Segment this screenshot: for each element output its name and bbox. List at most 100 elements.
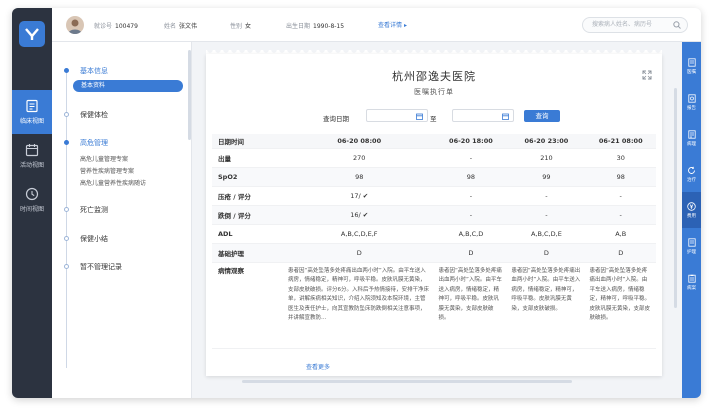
- observation-cell: 患者因“高处坠落多处疼痛出血两小时”入院。由平车送入病房，情绪稳定，精神可，呼吸…: [585, 262, 656, 349]
- column-header: 06-21 08:00: [585, 134, 656, 149]
- end-date-input[interactable]: [452, 109, 514, 122]
- rail-item-time[interactable]: 时间视图: [12, 178, 52, 222]
- rail-item-label: 时间视图: [19, 206, 44, 213]
- record-nav: 基本信息 基本资料 保健体检 高危管理 高危儿童管理专案 营养性疾病管理专案 高…: [52, 42, 192, 398]
- query-date-label: 查询日期: [323, 115, 349, 123]
- nav-section-health-exam[interactable]: 保健体检: [64, 110, 108, 120]
- doc-horizontal-scrollbar[interactable]: [242, 380, 572, 383]
- clock-icon: [25, 187, 39, 201]
- patient-birthdate: 出生日期 1990-8-15: [286, 23, 345, 30]
- caret-right-icon: ▸: [403, 22, 407, 29]
- row-label: 跌倒 / 评分: [212, 205, 284, 225]
- table-cell: 16/ ✔: [284, 205, 435, 225]
- dot-icon: [64, 140, 69, 145]
- table-cell: -: [585, 205, 656, 225]
- table-cell: 30: [585, 148, 656, 168]
- table-cell: A,B: [585, 224, 656, 244]
- row-label: 出量: [212, 148, 284, 168]
- search-input[interactable]: 搜索病人姓名、病历号: [582, 17, 688, 33]
- table-cell: A,B,C,D,E,F: [284, 224, 435, 244]
- date-range-separator: 至: [430, 115, 437, 123]
- table-cell: D: [585, 243, 656, 263]
- table-cell: A,B,C,D: [434, 224, 508, 244]
- clipboard-icon: [687, 274, 696, 283]
- column-header: 06-20 23:00: [507, 134, 586, 149]
- dot-icon: [64, 68, 69, 73]
- table-row: 压疮 / 评分 17/ ✔ - - -: [212, 186, 656, 206]
- nav-sub-high-risk-child[interactable]: 高危儿童管理专案: [80, 154, 128, 163]
- toolbar-reports[interactable]: 报告: [682, 84, 701, 120]
- nav-section-basic-info[interactable]: 基本信息: [64, 66, 108, 76]
- nav-scrollbar[interactable]: [188, 50, 191, 140]
- table-cell: D: [284, 243, 435, 263]
- document-icon: [687, 129, 696, 139]
- patient-gender: 性别女: [230, 23, 252, 30]
- calendar-icon: [502, 113, 509, 120]
- patient-name: 姓名 张文伟: [164, 23, 198, 30]
- observation-cell: 患者因“高处坠落多处疼痛出血两小时”入院。由平车送入病房，情绪稳定，精神可，呼吸…: [284, 262, 435, 349]
- table-cell: -: [507, 205, 586, 225]
- nav-section-high-risk[interactable]: 高危管理: [64, 138, 108, 148]
- column-header: 06-20 08:00: [284, 134, 435, 149]
- clipboard-icon: [26, 99, 38, 113]
- column-header-datetime: 日期时间: [212, 134, 284, 149]
- app-logo-icon: [19, 21, 45, 47]
- table-cell: -: [507, 186, 586, 206]
- dot-icon: [64, 236, 69, 241]
- right-toolbar: 医嘱 报告 病理 治疗 费用 护理 病案: [682, 42, 701, 398]
- report-search-icon: [687, 93, 696, 103]
- table-cell: -: [585, 186, 656, 206]
- toolbar-records[interactable]: 病案: [682, 264, 701, 300]
- start-date-input[interactable]: [366, 109, 428, 122]
- refresh-icon: [688, 166, 695, 174]
- table-cell: 17/ ✔: [284, 186, 435, 206]
- dot-icon: [64, 264, 69, 269]
- rail-item-activity[interactable]: 活动视图: [12, 134, 52, 178]
- table-cell: D: [507, 243, 586, 263]
- doc-vertical-scrollbar[interactable]: [674, 88, 677, 308]
- calendar-icon: [416, 113, 423, 120]
- app-window: 临床视图 活动视图 时间视图 就诊号 100479 姓名 张文伟 性别女 出生日期 1…: [12, 8, 701, 398]
- row-label: ADL: [212, 224, 284, 244]
- row-label: 基础护理: [212, 243, 284, 263]
- search-icon: [673, 21, 681, 29]
- toolbar-label: 费用: [687, 213, 696, 219]
- expand-icon[interactable]: [642, 70, 652, 80]
- search-placeholder: 搜索病人姓名、病历号: [592, 21, 653, 28]
- view-more-link[interactable]: 查看更多: [306, 362, 330, 371]
- left-rail: 临床视图 活动视图 时间视图: [12, 8, 52, 398]
- toolbar-treatment[interactable]: 治疗: [682, 156, 701, 192]
- dot-icon: [64, 207, 69, 212]
- nav-section-unmanaged[interactable]: 暂不管理记录: [64, 262, 122, 272]
- avatar: [66, 16, 84, 34]
- toolbar-label: 病案: [687, 285, 696, 291]
- query-button[interactable]: 查询: [524, 110, 560, 122]
- table-cell: -: [434, 205, 508, 225]
- toolbar-nursing[interactable]: 护理: [682, 228, 701, 264]
- nav-sub-nutrition[interactable]: 营养性疾病管理专案: [80, 166, 134, 175]
- table-row-observation: 病情观察 患者因“高处坠落多处疼痛出血两小时”入院。由平车送入病房，情绪稳定，精…: [212, 262, 656, 349]
- document-icon: [687, 237, 696, 247]
- rail-item-label: 临床视图: [19, 118, 44, 125]
- table-cell: -: [434, 148, 508, 168]
- sheet-title: 医嘱执行单: [414, 88, 454, 96]
- toolbar-pathology[interactable]: 病理: [682, 120, 701, 156]
- rail-item-clinical[interactable]: 临床视图: [12, 90, 52, 134]
- nav-section-summary[interactable]: 保健小结: [64, 234, 108, 244]
- rail-item-label: 活动视图: [19, 162, 44, 169]
- view-detail-link[interactable]: 查看详情 ▸: [378, 20, 407, 29]
- observation-cell: 患者因“高处坠落多处疼痛出血两小时”入院。由平车送入病房，情绪稳定，精神可，呼吸…: [434, 262, 508, 349]
- nav-sub-followup[interactable]: 高危儿童营养性疾病随访: [80, 178, 146, 187]
- observation-cell: 患者因“高处坠落多处疼痛出血两小时”入院。由平车送入病房，情绪稳定，精神可，呼吸…: [507, 262, 586, 349]
- toolbar-fees[interactable]: 费用: [682, 192, 701, 228]
- table-row: 基础护理 D D D D: [212, 243, 656, 263]
- order-execution-sheet: 杭州邵逸夫医院 医嘱执行单 查询日期 至 查询 日期时间 06-20 08:00…: [206, 54, 662, 376]
- nav-section-death-monitor[interactable]: 死亡监测: [64, 205, 108, 215]
- table-cell: 270: [284, 148, 435, 168]
- nav-sub-basic-profile[interactable]: 基本资料: [73, 80, 183, 92]
- table-row: 跌倒 / 评分 16/ ✔ - - -: [212, 205, 656, 225]
- document-icon: [687, 57, 696, 67]
- toolbar-orders[interactable]: 医嘱: [682, 48, 701, 84]
- order-table: 日期时间 06-20 08:00 06-20 18:00 06-20 23:00…: [212, 134, 656, 349]
- table-header-row: 日期时间 06-20 08:00 06-20 18:00 06-20 23:00…: [212, 134, 656, 149]
